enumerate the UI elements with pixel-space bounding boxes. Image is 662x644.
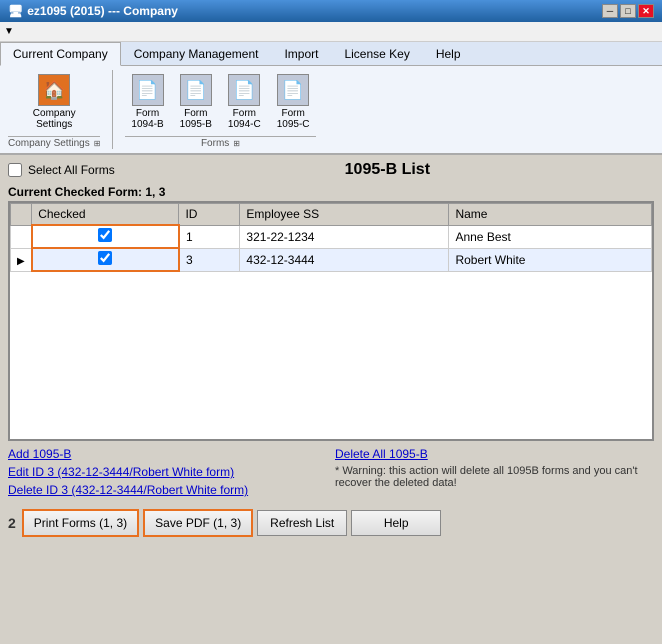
col-indicator: [11, 204, 32, 226]
tab-company-management[interactable]: Company Management: [121, 42, 272, 65]
row-1-checkbox[interactable]: [98, 228, 112, 242]
window-title: ez1095 (2015) --- Company: [27, 4, 178, 18]
links-left: Add 1095-B Edit ID 3 (432-12-3444/Robert…: [8, 447, 327, 497]
refresh-list-button[interactable]: Refresh List: [257, 510, 347, 536]
table-row: 1 321-22-1234 Anne Best: [11, 225, 652, 248]
tab-help[interactable]: Help: [423, 42, 474, 65]
button-row: 2 Print Forms (1, 3) Save PDF (1, 3) Ref…: [8, 503, 654, 541]
ribbon-tabs: Current Company Company Management Impor…: [0, 42, 662, 66]
row-1-indicator: [11, 225, 32, 248]
table-header-row: Checked ID Employee SS Name: [11, 204, 652, 226]
form-1095b-icon: 📄: [180, 74, 212, 106]
forms-table: Checked ID Employee SS Name 1 321-22-123…: [10, 203, 652, 272]
col-name: Name: [449, 204, 652, 226]
row-1-name: Anne Best: [449, 225, 652, 248]
ribbon-group-forms: 📄 Form1094-B 📄 Form1095-B 📄 Form1094-C 📄…: [125, 70, 315, 149]
warning-text: * Warning: this action will delete all 1…: [335, 465, 654, 489]
col-id: ID: [179, 204, 240, 226]
row-2-name: Robert White: [449, 248, 652, 271]
col-employee-ss: Employee SS: [240, 204, 449, 226]
table-container: Checked ID Employee SS Name 1 321-22-123…: [8, 201, 654, 441]
minimize-button[interactable]: ─: [602, 4, 618, 18]
form-1095c-icon: 📄: [277, 74, 309, 106]
maximize-button[interactable]: □: [620, 4, 636, 18]
group-expand-icon[interactable]: ⊞: [94, 139, 101, 148]
quick-access-arrow[interactable]: ▼: [4, 26, 14, 37]
ribbon-item-form-1095c[interactable]: 📄 Form1095-C: [271, 70, 316, 134]
ribbon-item-company-settings[interactable]: 🏠 CompanySettings: [27, 70, 82, 134]
delete-all-link[interactable]: Delete All 1095-B: [335, 447, 428, 461]
title-bar-controls: ─ □ ✕: [602, 4, 654, 18]
row-2-id: 3: [179, 248, 240, 271]
close-button[interactable]: ✕: [638, 4, 654, 18]
row-2-checkbox[interactable]: [98, 251, 112, 265]
company-settings-group-label: Company Settings ⊞: [8, 136, 100, 149]
add-1095b-link[interactable]: Add 1095-B: [8, 447, 327, 461]
home-icon: 🏠: [38, 74, 70, 106]
title-bar-left: 🖥 ez1095 (2015) --- Company: [8, 4, 178, 18]
ribbon-item-form-1095b[interactable]: 📄 Form1095-B: [174, 70, 218, 134]
row-1-id: 1: [179, 225, 240, 248]
select-all-row: Select All Forms 1095-B List: [8, 161, 654, 179]
ribbon-group-items: 🏠 CompanySettings: [27, 70, 82, 134]
table-row: 3 432-12-3444 Robert White: [11, 248, 652, 271]
form-1094c-icon: 📄: [228, 74, 260, 106]
row-2-checked[interactable]: [32, 248, 179, 271]
tab-current-company[interactable]: Current Company: [0, 42, 121, 66]
forms-group-label: Forms ⊞: [125, 136, 315, 149]
col-checked: Checked: [32, 204, 179, 226]
ribbon-item-form-1094c[interactable]: 📄 Form1094-C: [222, 70, 267, 134]
step-label: 2: [8, 515, 16, 531]
help-button[interactable]: Help: [351, 510, 441, 536]
main-area: Select All Forms 1095-B List Current Che…: [0, 155, 662, 547]
forms-group-items: 📄 Form1094-B 📄 Form1095-B 📄 Form1094-C 📄…: [125, 70, 315, 134]
ribbon-item-form-1094b[interactable]: 📄 Form1094-B: [125, 70, 169, 134]
checked-form-label: Current Checked Form: 1, 3: [8, 185, 654, 199]
form-1094b-icon: 📄: [132, 74, 164, 106]
tab-import[interactable]: Import: [271, 42, 331, 65]
links-right: Delete All 1095-B * Warning: this action…: [335, 447, 654, 497]
ribbon-content: 🏠 CompanySettings Company Settings ⊞ 📄 F…: [0, 66, 662, 155]
tab-license-key[interactable]: License Key: [331, 42, 422, 65]
ribbon-separator: [112, 70, 113, 149]
delete-id-link[interactable]: Delete ID 3 (432-12-3444/Robert White fo…: [8, 483, 327, 497]
quick-access-toolbar: ▼: [0, 22, 662, 42]
bottom-area: Add 1095-B Edit ID 3 (432-12-3444/Robert…: [8, 441, 654, 503]
page-title: 1095-B List: [121, 161, 654, 179]
edit-id-link[interactable]: Edit ID 3 (432-12-3444/Robert White form…: [8, 465, 327, 479]
print-forms-button[interactable]: Print Forms (1, 3): [22, 509, 139, 537]
row-2-indicator: [11, 248, 32, 271]
app-icon: 🖥: [8, 4, 23, 18]
select-all-label[interactable]: Select All Forms: [28, 163, 115, 177]
row-2-ss: 432-12-3444: [240, 248, 449, 271]
save-pdf-button[interactable]: Save PDF (1, 3): [143, 509, 253, 537]
select-all-checkbox[interactable]: [8, 163, 22, 177]
forms-group-expand-icon[interactable]: ⊞: [233, 139, 240, 148]
row-1-ss: 321-22-1234: [240, 225, 449, 248]
row-1-checked[interactable]: [32, 225, 179, 248]
title-bar: 🖥 ez1095 (2015) --- Company ─ □ ✕: [0, 0, 662, 22]
ribbon-group-company-settings: 🏠 CompanySettings Company Settings ⊞: [8, 70, 100, 149]
